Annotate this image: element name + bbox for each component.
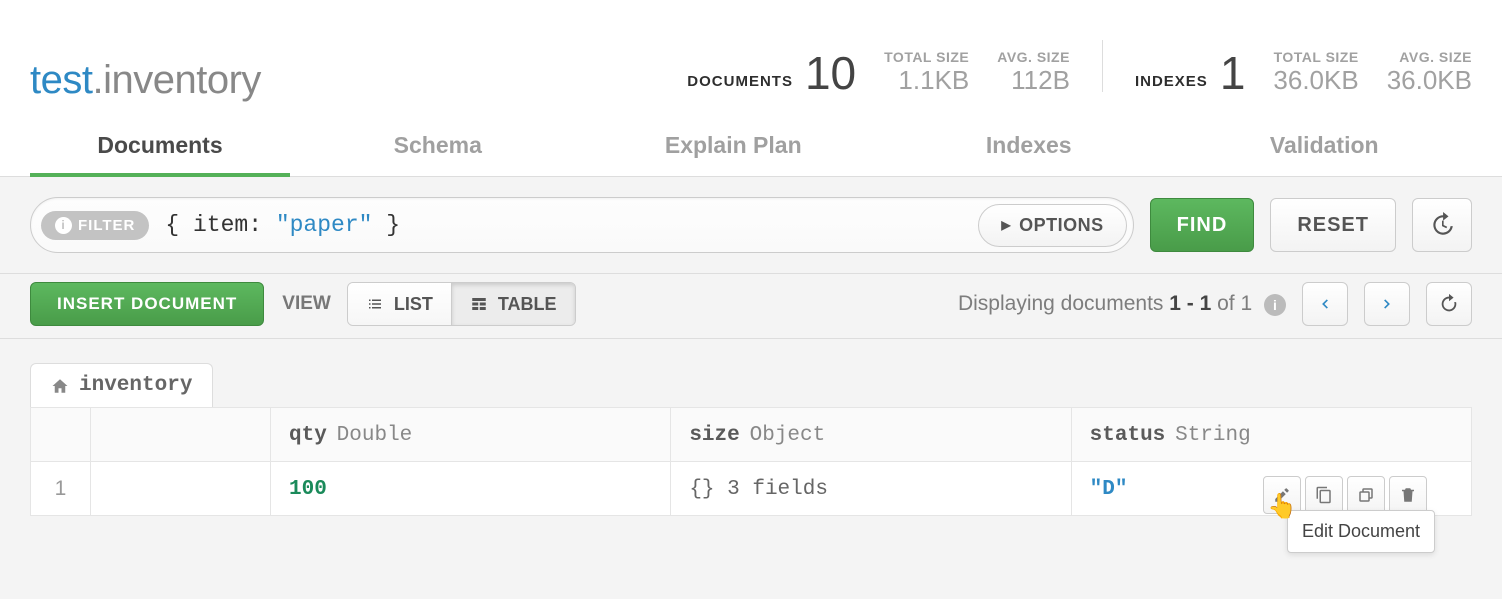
stat-idx-total-size: TOTAL SIZE 36.0KB bbox=[1273, 49, 1358, 96]
namespace-collection: inventory bbox=[103, 58, 261, 102]
tooltip: Edit Document bbox=[1287, 510, 1435, 553]
clone-document-button[interactable] bbox=[1347, 476, 1385, 514]
stat-documents: DOCUMENTS 10 bbox=[687, 50, 856, 96]
info-icon: i bbox=[55, 217, 72, 234]
pencil-icon bbox=[1273, 486, 1291, 504]
prev-page-button[interactable] bbox=[1302, 282, 1348, 326]
stat-docs-avg-size: AVG. SIZE 112B bbox=[997, 49, 1070, 96]
cell-qty[interactable]: 100 bbox=[271, 462, 671, 516]
filter-chip: i FILTER bbox=[41, 211, 149, 240]
filter-query[interactable]: { item: "paper" } bbox=[149, 212, 978, 238]
options-button[interactable]: ▶ OPTIONS bbox=[978, 204, 1126, 247]
col-status[interactable]: status String bbox=[1071, 408, 1471, 462]
col-expand bbox=[91, 408, 271, 462]
col-rownum bbox=[31, 408, 91, 462]
namespace: test.inventory bbox=[30, 60, 261, 100]
tab-validation[interactable]: Validation bbox=[1177, 118, 1473, 177]
col-qty[interactable]: qty Double bbox=[271, 408, 671, 462]
col-size[interactable]: size Object bbox=[671, 408, 1071, 462]
edit-document-button[interactable] bbox=[1263, 476, 1301, 514]
view-table-button[interactable]: TABLE bbox=[451, 283, 575, 325]
insert-document-button[interactable]: INSERT DOCUMENT bbox=[30, 282, 264, 326]
stat-idx-avg-size: AVG. SIZE 36.0KB bbox=[1387, 49, 1472, 96]
delete-document-button[interactable] bbox=[1389, 476, 1427, 514]
namespace-db: test bbox=[30, 58, 92, 102]
content: inventory qty Double size Object status … bbox=[0, 339, 1502, 599]
cell-status[interactable]: "D" 👆 Edit Document bbox=[1071, 462, 1471, 516]
display-status: Displaying documents 1 - 1 of 1 i bbox=[958, 292, 1286, 316]
find-button[interactable]: FIND bbox=[1150, 198, 1255, 252]
reset-button[interactable]: RESET bbox=[1270, 198, 1396, 252]
home-icon bbox=[51, 377, 69, 395]
view-label: VIEW bbox=[282, 293, 331, 315]
tab-schema[interactable]: Schema bbox=[290, 118, 586, 177]
table-row[interactable]: 1 100 {} 3 fields "D" 👆 Edit Document bbox=[31, 462, 1472, 516]
filter-input[interactable]: i FILTER { item: "paper" } ▶ OPTIONS bbox=[30, 197, 1134, 253]
view-list-button[interactable]: LIST bbox=[348, 283, 451, 325]
list-icon bbox=[366, 295, 384, 313]
copy-document-button[interactable] bbox=[1305, 476, 1343, 514]
stat-docs-total-size: TOTAL SIZE 1.1KB bbox=[884, 49, 969, 96]
clone-icon bbox=[1357, 486, 1375, 504]
copy-icon bbox=[1315, 486, 1333, 504]
chevron-left-icon bbox=[1318, 293, 1332, 315]
refresh-button[interactable] bbox=[1426, 282, 1472, 326]
row-index: 1 bbox=[31, 462, 91, 516]
tab-documents[interactable]: Documents bbox=[30, 118, 290, 177]
history-button[interactable] bbox=[1412, 198, 1472, 252]
chevron-right-icon bbox=[1380, 293, 1394, 315]
breadcrumb[interactable]: inventory bbox=[30, 363, 213, 407]
collection-header: test.inventory DOCUMENTS 10 TOTAL SIZE 1… bbox=[0, 0, 1502, 100]
tabs: Documents Schema Explain Plan Indexes Va… bbox=[0, 118, 1502, 177]
trash-icon bbox=[1399, 486, 1417, 504]
info-icon: i bbox=[1264, 294, 1286, 316]
documents-table: qty Double size Object status String 1 1… bbox=[30, 407, 1472, 516]
tab-explain-plan[interactable]: Explain Plan bbox=[586, 118, 882, 177]
refresh-icon bbox=[1438, 293, 1460, 315]
row-expand[interactable] bbox=[91, 462, 271, 516]
tab-indexes[interactable]: Indexes bbox=[881, 118, 1177, 177]
filter-bar: i FILTER { item: "paper" } ▶ OPTIONS FIN… bbox=[0, 177, 1502, 274]
row-actions bbox=[1263, 476, 1427, 514]
history-icon bbox=[1429, 212, 1455, 238]
caret-right-icon: ▶ bbox=[1001, 218, 1011, 232]
collection-stats: DOCUMENTS 10 TOTAL SIZE 1.1KB AVG. SIZE … bbox=[687, 40, 1472, 100]
view-toggle: LIST TABLE bbox=[347, 282, 576, 326]
stat-indexes: INDEXES 1 bbox=[1135, 50, 1245, 96]
cell-size[interactable]: {} 3 fields bbox=[671, 462, 1071, 516]
table-icon bbox=[470, 295, 488, 313]
next-page-button[interactable] bbox=[1364, 282, 1410, 326]
action-bar: INSERT DOCUMENT VIEW LIST TABLE Displayi… bbox=[0, 274, 1502, 339]
